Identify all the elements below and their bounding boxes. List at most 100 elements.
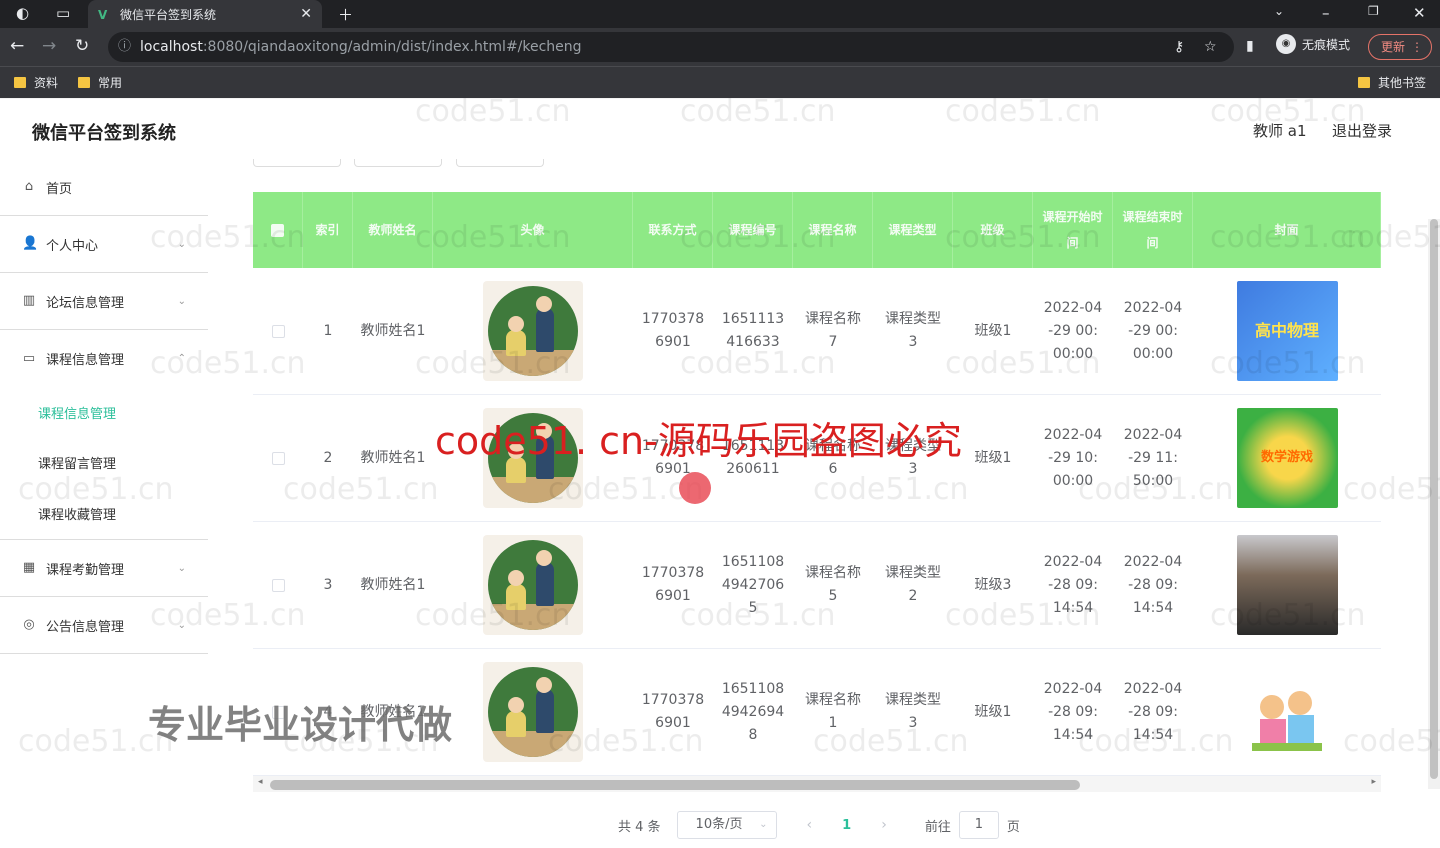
sidepanel-icon[interactable]: ▮ [1246, 38, 1254, 54]
table-body: 1 教师姓名1 1770378 6901 1651113 416633 课程名称 7 课程… [253, 268, 1381, 776]
sidebar-item[interactable]: ▥ 论坛信息管理 ⌄ [0, 273, 208, 330]
main-content: 索引 教师姓名 头像 联系方式 课程编号 课程名称 课程类型 班级 课程开始时间 课程结束时间 封面… [232, 159, 1426, 848]
toolbar-button[interactable] [456, 159, 544, 167]
cell-course-type: 课程类型 3 [885, 438, 941, 477]
cell-phone: 1770378 6901 [641, 565, 705, 604]
cell-course-name: 课程名称 7 [805, 311, 861, 350]
sidebar-subitem[interactable]: 课程收藏管理 [0, 487, 208, 540]
sidebar-subitem[interactable]: 课程信息管理 [0, 387, 208, 437]
cell-end-time: 2022-04 -29 00: 00:00 [1123, 299, 1183, 362]
tab-list-icon[interactable]: ▭ [56, 4, 70, 22]
chevron-down-icon[interactable]: ⌄ [1274, 4, 1284, 18]
cell-class: 班级1 [974, 449, 1012, 466]
scroll-left-icon[interactable]: ◂ [258, 777, 263, 787]
browser-tab-title: 微信平台签到系统 [120, 7, 217, 22]
minimize-icon[interactable]: – [1322, 4, 1330, 22]
avatar [483, 535, 583, 635]
sidebar-item-label: 个人中心 [46, 238, 99, 254]
goto-page-input[interactable]: 1 [958, 811, 999, 839]
row-checkbox[interactable] [271, 451, 285, 465]
site-info-icon[interactable]: ⓘ [118, 32, 131, 62]
cell-select [253, 522, 303, 648]
bookmark-folder[interactable]: 常用 [78, 74, 122, 91]
sidebar-item[interactable]: ▭ 课程信息管理 ⌃ [0, 330, 208, 387]
column-header: 教师姓名 [353, 192, 433, 268]
next-page-button[interactable]: › [881, 817, 887, 833]
column-header: 课程编号 [713, 192, 793, 268]
incognito-badge[interactable]: ◉ 无痕模式 [1276, 34, 1350, 54]
browser-tab[interactable]: V 微信平台签到系统 ✕ [88, 0, 322, 28]
page-size-select[interactable]: 10条/页 ⌄ [676, 811, 777, 839]
row-checkbox[interactable] [271, 578, 285, 592]
incognito-icon: ◉ [1276, 34, 1296, 54]
cell-avatar [433, 649, 633, 775]
table-row: 4 教师姓名1 1770378 6901 1651108 4942694 8 课程名称 … [253, 649, 1381, 776]
sidebar-item[interactable]: 👤 个人中心 ⌄ [0, 216, 208, 273]
sidebar-item[interactable]: ▦ 课程考勤管理 ⌄ [0, 540, 208, 597]
cover-image [1236, 662, 1338, 762]
star-icon[interactable]: ☆ [1204, 32, 1217, 62]
close-tab-icon[interactable]: ✕ [300, 6, 312, 22]
incognito-label: 无痕模式 [1302, 37, 1351, 52]
horizontal-scrollbar[interactable]: ◂ ▸ [253, 776, 1381, 792]
scrollbar-thumb[interactable] [1430, 219, 1438, 779]
row-checkbox[interactable] [271, 324, 285, 338]
sidebar-item[interactable]: ⌂ 首页 [0, 159, 208, 216]
address-bar-area: ← → ↻ ⓘ localhost:8080/qiandaoxitong/adm… [0, 28, 1440, 66]
sidebar-item-label: 课程考勤管理 [46, 562, 125, 578]
sidebar-item[interactable]: ◎ 公告信息管理 ⌄ [0, 597, 208, 654]
app-header: 微信平台签到系统 教师 a1 退出登录 [0, 99, 1440, 159]
page-number-current[interactable]: 1 [842, 818, 851, 833]
sidebar-item-label: 课程信息管理 [46, 353, 125, 368]
forward-icon[interactable]: → [42, 36, 56, 56]
cell-teacher: 教师姓名1 [360, 703, 426, 720]
cell-phone: 1770378 6901 [641, 692, 705, 731]
toolbar-button[interactable] [354, 159, 442, 167]
bookmarks-bar: 资料 常用 其他书签 [0, 66, 1440, 98]
logout-button[interactable]: 退出登录 [1332, 120, 1392, 141]
folder-icon [78, 77, 90, 88]
reload-icon[interactable]: ↻ [75, 36, 89, 56]
cell-class: 班级3 [974, 576, 1012, 593]
sidebar-item-label: 论坛信息管理 [46, 295, 125, 311]
row-checkbox[interactable] [271, 705, 285, 719]
cell-course-name: 课程名称 5 [805, 565, 861, 604]
key-icon[interactable]: ⚷ [1174, 32, 1184, 62]
column-header: 班级 [953, 192, 1033, 268]
select-all-checkbox-cell[interactable] [253, 192, 303, 268]
url-host: localhost [140, 39, 203, 55]
chevron-down-icon: ⌄ [177, 238, 186, 250]
home-icon: ⌂ [24, 179, 34, 194]
cell-end-time: 2022-04 -29 11: 50:00 [1123, 426, 1183, 489]
scrollbar-thumb[interactable] [270, 780, 1080, 790]
cell-course-type: 课程类型 2 [885, 565, 941, 604]
prev-page-button[interactable]: ‹ [807, 817, 813, 833]
chevron-down-icon: ⌄ [177, 295, 186, 307]
cell-course-name: 课程名称 6 [805, 438, 861, 477]
sidebar-subitem[interactable]: 课程留言管理 [0, 437, 208, 487]
other-bookmarks[interactable]: 其他书签 [1358, 74, 1426, 91]
browser-tab-bar: ◐ ▭ V 微信平台签到系统 ✕ ＋ ⌄ – ❐ ✕ [0, 0, 1440, 28]
browser-menu-icon[interactable]: ◐ [16, 4, 29, 22]
column-header: 课程类型 [873, 192, 953, 268]
new-tab-icon[interactable]: ＋ [338, 4, 353, 25]
cell-avatar [433, 268, 633, 394]
cell-avatar [433, 395, 633, 521]
scroll-right-icon[interactable]: ▸ [1371, 777, 1376, 787]
cell-course-code: 1651113 260611 [721, 438, 785, 477]
update-button[interactable]: 更新 ⋮ [1368, 34, 1432, 60]
cell-start-time: 2022-04 -29 00: 00:00 [1043, 299, 1103, 362]
back-icon[interactable]: ← [10, 36, 24, 56]
cell-teacher: 教师姓名1 [360, 576, 426, 593]
toolbar-button[interactable] [253, 159, 341, 167]
close-window-icon[interactable]: ✕ [1413, 4, 1426, 22]
table-row: 2 教师姓名1 1770378 6901 1651113 260611 课程名称 6 课程… [253, 395, 1381, 522]
vertical-scrollbar[interactable] [1428, 219, 1440, 789]
bookmark-folder[interactable]: 资料 [14, 74, 58, 91]
cell-class: 班级1 [974, 322, 1012, 339]
url-input[interactable]: ⓘ localhost:8080/qiandaoxitong/admin/dis… [108, 32, 1234, 62]
cell-course-code: 1651108 4942706 5 [721, 553, 785, 616]
cover-image: 高中物理 [1236, 281, 1338, 381]
select-all-checkbox[interactable] [271, 223, 284, 237]
maximize-icon[interactable]: ❐ [1368, 4, 1379, 18]
